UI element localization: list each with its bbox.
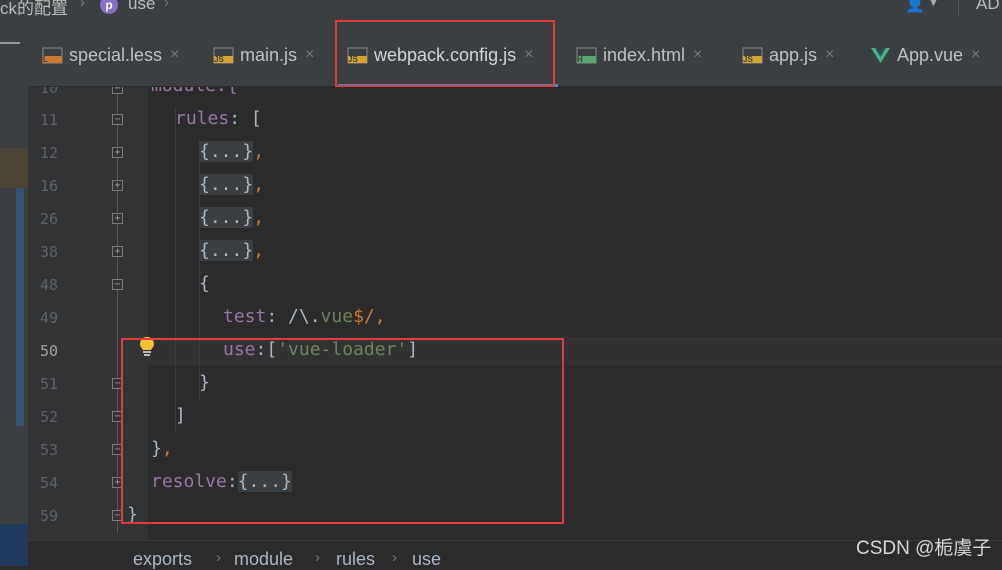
tab-label: main.js [240, 44, 298, 65]
property-icon: p [100, 0, 118, 14]
toolbar-divider [958, 0, 959, 16]
tab-label: special.less [69, 44, 163, 65]
line-number: 48 [39, 276, 58, 294]
collapsed-block[interactable]: {...} [199, 207, 254, 228]
chevron-right-icon: › [80, 0, 85, 11]
close-icon[interactable]: × [305, 46, 314, 64]
line-number: 53 [39, 441, 58, 459]
fold-expand-icon[interactable]: + [112, 147, 123, 158]
fold-expand-icon[interactable]: + [112, 246, 123, 257]
code-token: $/ [353, 306, 375, 327]
code-line-11: rules: [ [175, 108, 262, 129]
tab-app-js[interactable]: JS app.js × [742, 38, 834, 72]
code-line-12: {...}, [199, 141, 264, 162]
chevron-right-icon: › [392, 549, 397, 566]
fold-collapse-icon[interactable]: − [112, 87, 123, 94]
fold-collapse-icon[interactable]: − [112, 279, 123, 290]
collapsed-block[interactable]: {...} [199, 141, 254, 162]
fold-collapse-icon[interactable]: − [112, 114, 123, 125]
line-number: 49 [39, 309, 58, 327]
code-line-16: {...}, [199, 174, 264, 195]
tab-index-html[interactable]: H index.html × [576, 38, 702, 72]
tab-label: app.js [769, 44, 818, 65]
collapsed-block[interactable]: {...} [199, 174, 254, 195]
code-token: , [253, 174, 265, 195]
fold-guide-line [117, 93, 118, 533]
tab-label: App.vue [897, 44, 964, 65]
html-file-icon: H [576, 47, 597, 64]
code-line-49: test: /\.vue$/, [223, 306, 386, 327]
close-icon[interactable]: × [693, 46, 702, 64]
breadcrumb-module[interactable]: module [234, 549, 293, 570]
close-icon[interactable]: × [825, 46, 834, 64]
js-file-icon: JS [742, 47, 763, 64]
fold-expand-icon[interactable]: + [112, 180, 123, 191]
breadcrumb-use[interactable]: use [412, 549, 441, 570]
close-icon[interactable]: × [971, 46, 980, 64]
code-token: : [ [229, 108, 262, 129]
tab-special-less[interactable]: L special.less × [42, 38, 179, 72]
less-file-icon: L [42, 47, 63, 64]
nav-crumb-folder[interactable]: ck的配置 [0, 0, 68, 18]
code-token: , [374, 306, 386, 327]
line-number: 38 [39, 243, 58, 261]
highlight-box-active-tab [335, 20, 555, 87]
js-file-icon: JS [213, 47, 234, 64]
tab-label: index.html [603, 44, 686, 65]
chevron-right-icon: › [216, 549, 221, 566]
code-line-10: module:{ [151, 87, 238, 96]
selected-tree-item[interactable] [0, 148, 28, 188]
collapse-icon[interactable] [0, 42, 20, 44]
code-line-48: { [199, 273, 210, 294]
line-number: 12 [39, 144, 58, 162]
user-icon[interactable]: 👤 [905, 0, 925, 14]
code-editor[interactable]: 10 11 12 16 26 38 48 49 50 51 52 53 54 5… [28, 87, 1002, 540]
chevron-down-icon[interactable]: ▼ [928, 0, 939, 9]
run-config-label[interactable]: AD [976, 0, 1000, 14]
code-token: , [253, 141, 265, 162]
code-token: : /\. [266, 306, 321, 327]
code-token: vue [320, 306, 354, 327]
code-token: test [223, 306, 267, 327]
project-scrollbar[interactable] [16, 188, 24, 426]
nav-crumb-use[interactable]: use [128, 0, 155, 14]
tab-main-js[interactable]: JS main.js × [213, 38, 314, 72]
code-line-26: {...}, [199, 207, 264, 228]
line-number: 59 [39, 507, 58, 525]
line-number: 54 [39, 474, 58, 492]
code-token: module:{ [151, 87, 238, 96]
close-icon[interactable]: × [170, 46, 179, 64]
tab-app-vue[interactable]: App.vue × [870, 38, 980, 72]
line-number: 52 [39, 408, 58, 426]
code-token: { [199, 273, 210, 294]
line-number: 11 [39, 111, 58, 129]
breadcrumb-rules[interactable]: rules [336, 549, 375, 570]
code-token: , [253, 207, 265, 228]
breadcrumb-exports[interactable]: exports [133, 549, 192, 570]
chevron-right-icon: › [164, 0, 169, 11]
code-token: , [253, 240, 265, 261]
code-line-38: {...}, [199, 240, 264, 261]
tool-window-button[interactable] [0, 524, 28, 566]
line-number: 10 [39, 87, 58, 97]
fold-expand-icon[interactable]: + [112, 213, 123, 224]
collapsed-block[interactable]: {...} [199, 240, 254, 261]
line-number: 51 [39, 375, 58, 393]
navigation-bar: ck的配置 › p use › 👤 ▼ AD [0, 0, 1002, 18]
code-token: rules [175, 108, 230, 129]
line-number-current: 50 [39, 342, 58, 360]
line-number: 26 [39, 210, 58, 228]
chevron-right-icon: › [315, 549, 320, 566]
csdn-watermark: CSDN @栀虞子 [856, 538, 992, 559]
highlight-box-vue-rule [121, 338, 564, 524]
vue-logo-icon [870, 47, 891, 64]
project-tool-strip [0, 18, 28, 566]
line-number: 16 [39, 177, 58, 195]
